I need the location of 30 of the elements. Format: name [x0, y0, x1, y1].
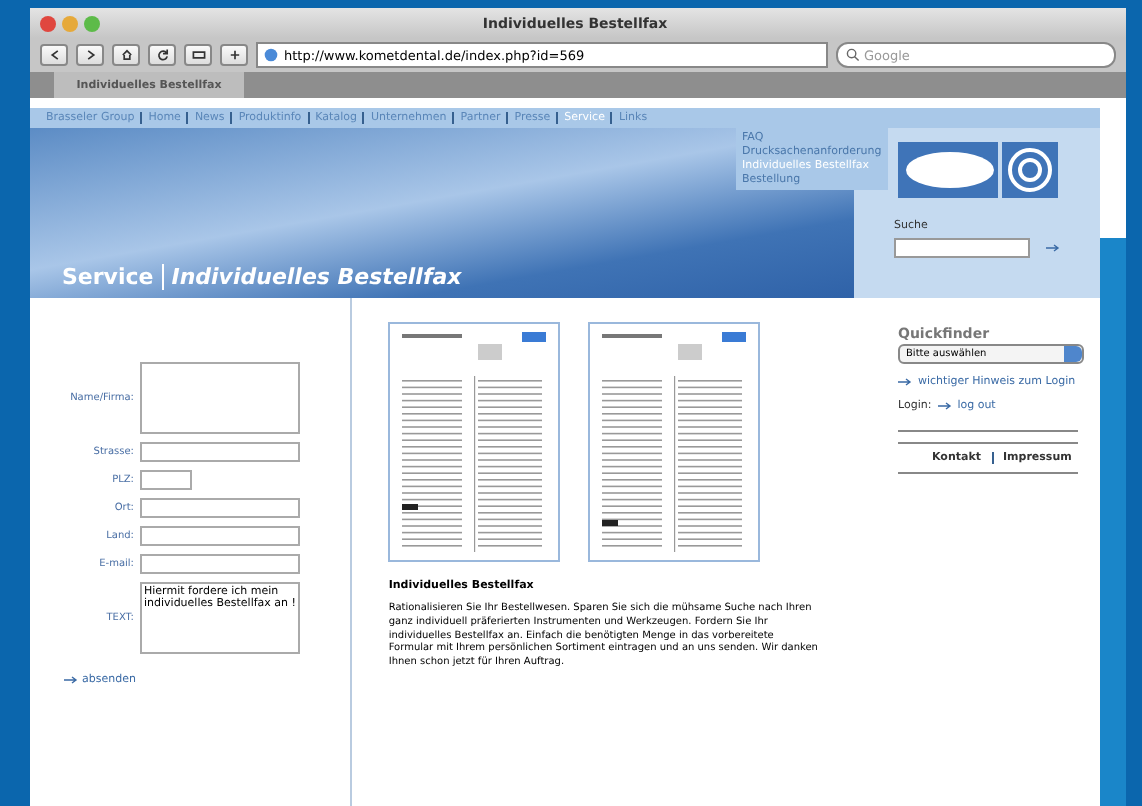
back-button[interactable]: [40, 44, 68, 66]
reload-icon: [155, 48, 169, 62]
reload-button[interactable]: [148, 44, 176, 66]
input-field[interactable]: [140, 526, 300, 546]
arrow-icon: [937, 402, 952, 410]
window-icon: [191, 48, 205, 62]
section-title: Service: [62, 264, 154, 290]
forward-icon: [83, 48, 97, 62]
add-button[interactable]: [220, 44, 248, 66]
page-title: Individuelles Bestellfax: [161, 264, 462, 290]
arrow-icon: [898, 378, 912, 386]
minimize-icon[interactable]: [62, 15, 78, 31]
search-input[interactable]: [894, 238, 1030, 258]
input-field[interactable]: [140, 442, 300, 462]
arrow-icon: [64, 676, 78, 684]
bookmark-button[interactable]: [184, 44, 212, 66]
plus-icon: [227, 48, 241, 62]
input-field[interactable]: [140, 498, 300, 518]
forward-button[interactable]: [76, 44, 104, 66]
close-icon[interactable]: [40, 15, 56, 31]
search-icon: [846, 48, 860, 62]
input-field[interactable]: [140, 554, 300, 574]
input-field[interactable]: [140, 470, 192, 490]
home-button[interactable]: [112, 44, 140, 66]
arrow-icon: [1046, 244, 1060, 252]
back-icon: [47, 48, 61, 62]
zoom-icon[interactable]: [84, 15, 100, 31]
logo-icon: [898, 142, 1062, 198]
text-area[interactable]: [140, 362, 300, 434]
home-icon: [119, 48, 133, 62]
